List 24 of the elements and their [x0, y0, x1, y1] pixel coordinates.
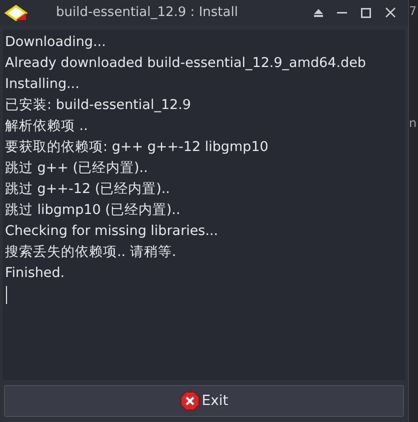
log-line: 要获取的依赖项: g++ g++-12 libgmp10	[5, 138, 268, 157]
window-title: build-essential_12.9 : Install	[56, 4, 238, 22]
log-line: Finished.	[5, 264, 65, 283]
background-text: 7	[409, 5, 418, 17]
log-output[interactable]	[3, 30, 405, 380]
close-icon[interactable]	[385, 7, 396, 18]
log-line: Already downloaded build-essential_12.9_amd64.deb	[5, 54, 366, 73]
text-cursor	[6, 286, 7, 304]
background-text: n	[409, 117, 418, 129]
log-line: 跳过 g++-12 (已经内置)..	[5, 180, 170, 199]
eject-icon[interactable]	[314, 8, 323, 16]
log-line: Installing...	[5, 75, 80, 94]
log-line: 跳过 g++ (已经内置)..	[5, 159, 148, 178]
log-line: 解析依赖项 ..	[5, 117, 88, 136]
log-line: Checking for missing libraries...	[5, 222, 218, 241]
log-line: Downloading...	[5, 33, 106, 52]
exit-button[interactable]: Exit	[4, 385, 404, 417]
app-logo-icon	[4, 4, 28, 20]
log-line: 已安装: build-essential_12.9	[5, 96, 192, 115]
log-line: 搜索丢失的依赖项.. 请稍等.	[5, 243, 176, 262]
log-line: 跳过 libgmp10 (已经内置)..	[5, 201, 180, 220]
minimize-icon[interactable]	[337, 12, 347, 14]
stop-icon	[180, 391, 200, 411]
maximize-icon[interactable]	[361, 8, 371, 18]
